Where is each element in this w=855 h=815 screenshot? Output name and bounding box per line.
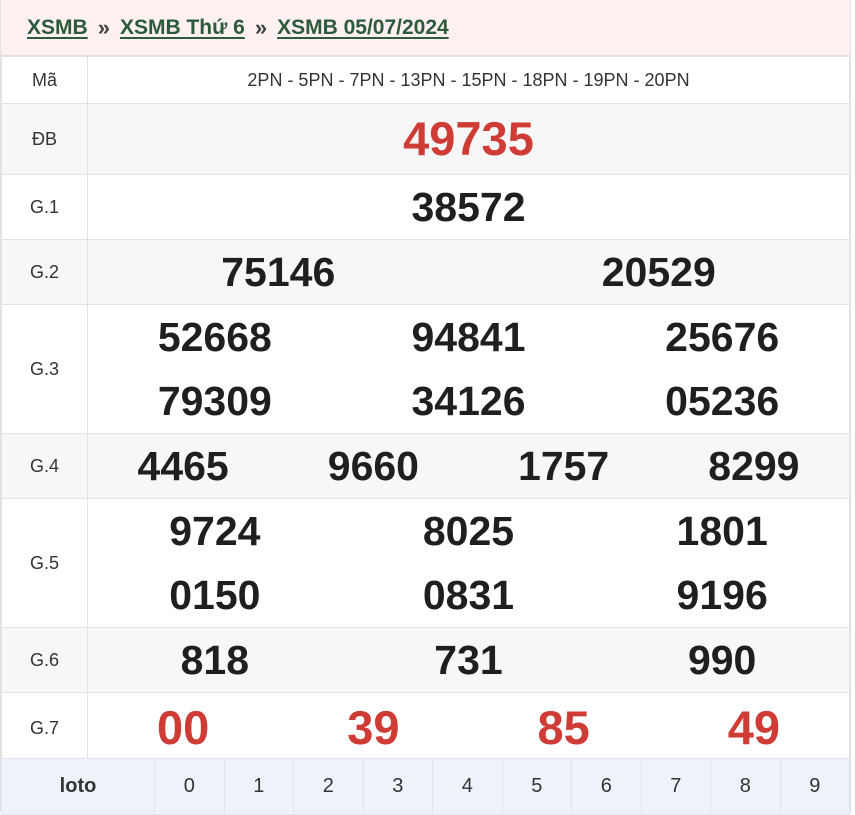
prize-number: 39 [347, 701, 400, 754]
prize-number: 25676 [665, 314, 780, 360]
loto-digit-0[interactable]: 0 [154, 758, 225, 815]
row-db: ĐB 49735 [1, 103, 850, 175]
row-label: Mã [1, 56, 88, 104]
prize-number: 0831 [422, 572, 515, 618]
row-g7: G.7 00 39 85 49 [1, 692, 850, 764]
breadcrumb-link-xsmb-date[interactable]: XSMB 05/07/2024 [277, 16, 449, 40]
prize-number: 85 [537, 701, 590, 754]
prize-codes: 2PN - 5PN - 7PN - 13PN - 15PN - 18PN - 1… [87, 56, 850, 104]
loto-digit-5[interactable]: 5 [501, 758, 572, 815]
row-label: G.4 [1, 433, 88, 499]
prize-number: 9724 [169, 508, 261, 554]
prize-number: 990 [687, 637, 757, 683]
prize-number: 79309 [157, 378, 272, 424]
prize-number: 38572 [411, 184, 526, 230]
row-g4: G.4 4465 9660 1757 8299 [1, 433, 850, 499]
loto-digit-7[interactable]: 7 [640, 758, 711, 815]
special-prize-number: 49735 [403, 112, 534, 165]
prize-number: 49 [727, 701, 781, 754]
prize-number: 731 [434, 637, 503, 683]
row-g1: G.1 38572 [1, 174, 850, 240]
results-table: Mã 2PN - 5PN - 7PN - 13PN - 15PN - 18PN … [1, 56, 850, 764]
prize-number: 94841 [411, 314, 526, 360]
row-label: G.7 [1, 692, 88, 764]
prize-number: 1757 [518, 443, 610, 489]
prize-number: 34126 [411, 378, 526, 424]
row-label: G.6 [1, 627, 88, 693]
row-label: G.5 [1, 498, 88, 628]
loto-digit-9[interactable]: 9 [779, 758, 850, 815]
prize-number: 9660 [327, 443, 419, 489]
breadcrumb: XSMB » XSMB Thứ 6 » XSMB 05/07/2024 [1, 0, 850, 56]
row-label: G.3 [1, 304, 88, 434]
prize-number: 8025 [422, 508, 515, 554]
loto-digit-4[interactable]: 4 [432, 758, 503, 815]
prize-number: 1801 [676, 508, 768, 554]
row-label: G.2 [1, 239, 88, 305]
loto-digit-2[interactable]: 2 [293, 758, 364, 815]
loto-header-row: loto 0 1 2 3 4 5 6 7 8 9 [1, 758, 850, 815]
prize-number: 4465 [137, 443, 229, 489]
prize-number: 818 [180, 637, 250, 683]
row-label: ĐB [1, 103, 88, 175]
prize-number: 0150 [169, 572, 261, 618]
prize-number: 05236 [665, 378, 780, 424]
loto-digit-3[interactable]: 3 [362, 758, 433, 815]
row-g5: G.5 9724 8025 1801 0150 0831 9196 [1, 498, 850, 628]
breadcrumb-link-xsmb-thu-6[interactable]: XSMB Thứ 6 [120, 16, 245, 40]
row-g6: G.6 818 731 990 [1, 627, 850, 693]
prize-number: 8299 [708, 443, 800, 489]
results-page: XSMB » XSMB Thứ 6 » XSMB 05/07/2024 Mã 2… [0, 0, 851, 815]
loto-tab[interactable]: loto [1, 758, 155, 815]
breadcrumb-separator: » [254, 14, 268, 40]
loto-digit-6[interactable]: 6 [571, 758, 642, 815]
loto-digit-1[interactable]: 1 [223, 758, 294, 815]
row-ma: Mã 2PN - 5PN - 7PN - 13PN - 15PN - 18PN … [1, 56, 850, 104]
row-g3: G.3 52668 94841 25676 79309 34126 05236 [1, 304, 850, 434]
prize-number: 75146 [221, 249, 336, 295]
loto-digit-8[interactable]: 8 [710, 758, 781, 815]
prize-number: 20529 [601, 249, 716, 295]
row-label: G.1 [1, 174, 88, 240]
prize-number: 00 [156, 701, 210, 754]
prize-number: 9196 [676, 572, 768, 618]
breadcrumb-separator: » [97, 14, 110, 40]
row-g2: G.2 75146 20529 [1, 239, 850, 305]
breadcrumb-link-xsmb[interactable]: XSMB [27, 16, 88, 40]
prize-number: 52668 [157, 314, 272, 360]
